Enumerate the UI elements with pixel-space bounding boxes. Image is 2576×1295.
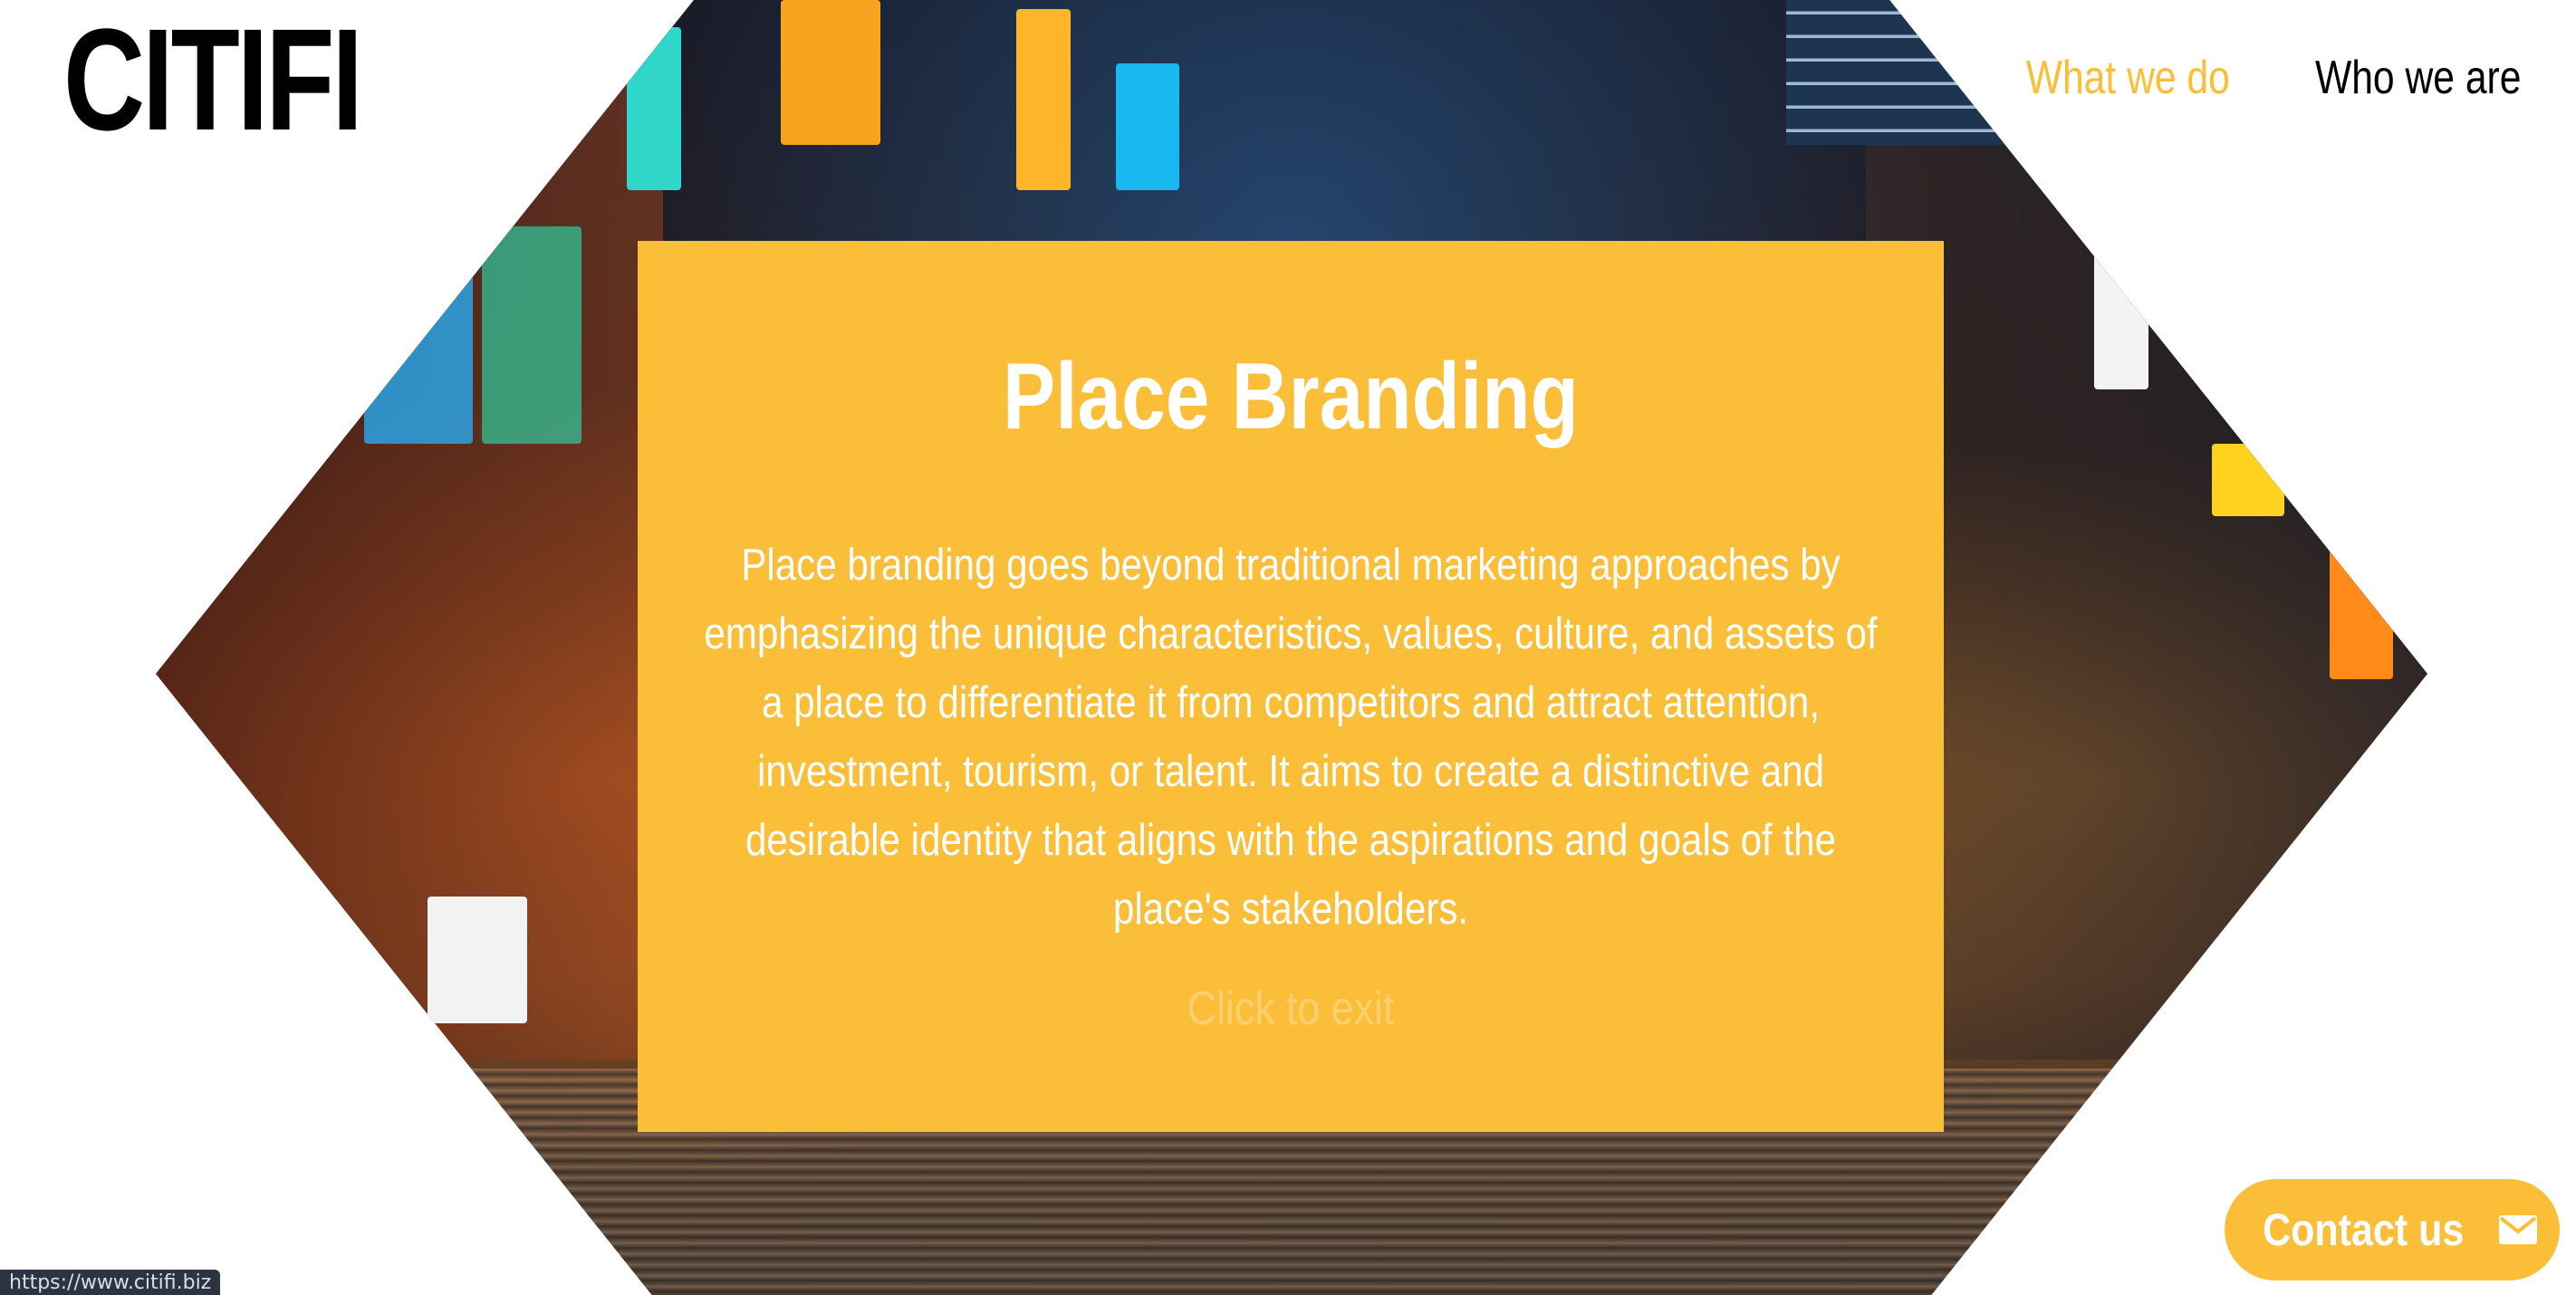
main-nav: What we do Who we are — [2004, 54, 2543, 101]
status-bar-url: https://www.citifi.biz — [0, 1270, 221, 1295]
contact-us-label: Contact us — [2262, 1204, 2465, 1255]
hero-image-neon-sign — [2330, 534, 2393, 679]
nav-link-what-we-do[interactable]: What we do — [2026, 54, 2230, 101]
envelope-icon — [2498, 1214, 2538, 1245]
modal-exit-button[interactable]: Click to exit — [729, 985, 1852, 1032]
contact-us-button[interactable]: Contact us — [2225, 1179, 2560, 1281]
hero-image-neon-sign — [482, 226, 582, 444]
page: CITIFI What we do Who we are Place Brand… — [0, 0, 2576, 1295]
modal-description: Place branding goes beyond traditional m… — [704, 541, 1878, 934]
hero-image-neon-sign — [1116, 63, 1179, 190]
site-logo[interactable]: CITIFI — [63, 7, 363, 152]
hero-image-right-buildings — [1866, 0, 2427, 1060]
hero-image-neon-sign — [428, 897, 527, 1023]
hero-image-neon-sign — [1016, 9, 1071, 190]
nav-link-who-we-are[interactable]: Who we are — [2315, 54, 2522, 101]
service-detail-modal: Place Branding Place branding goes beyon… — [638, 241, 1944, 1132]
hero-image-neon-sign — [627, 27, 681, 190]
hero-image-neon-sign — [2212, 444, 2284, 516]
modal-title: Place Branding — [1003, 344, 1579, 449]
hero-image-neon-sign — [364, 263, 473, 444]
hero-image-neon-sign — [2094, 118, 2148, 389]
hero-image-neon-sign — [781, 0, 880, 145]
